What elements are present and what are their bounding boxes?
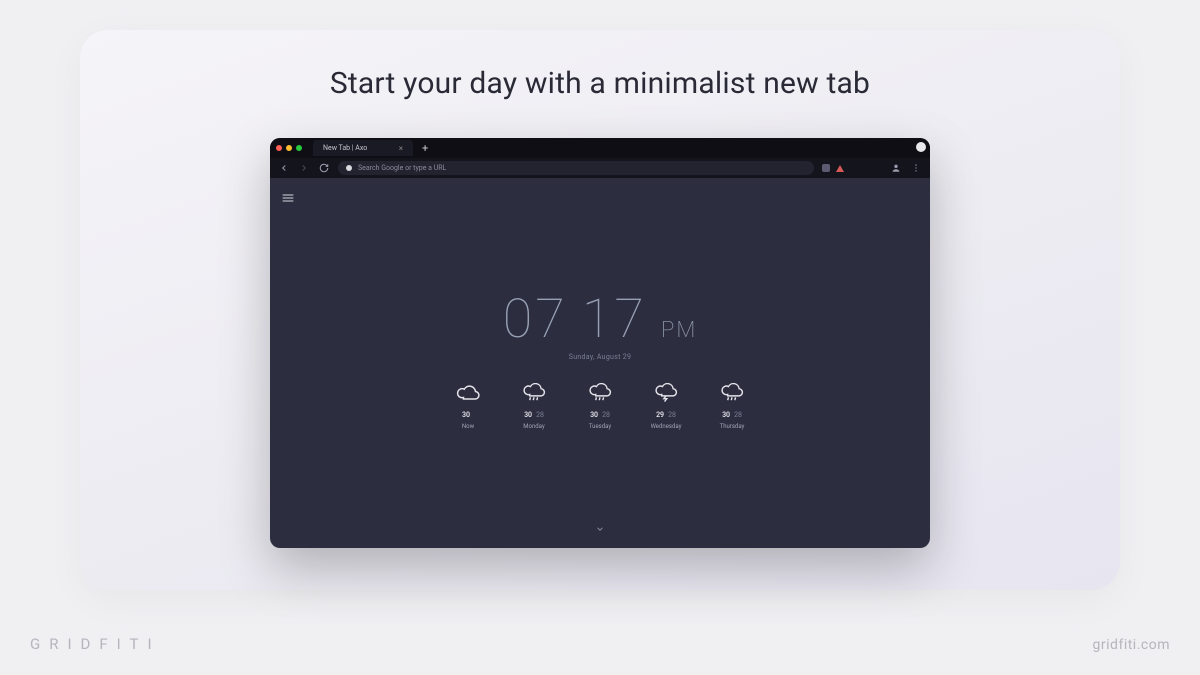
forecast-day[interactable]: 3028 Monday	[511, 383, 557, 430]
site-watermark: gridfiti.com	[1093, 637, 1170, 653]
clock-minutes: 17	[582, 288, 647, 351]
rain-icon	[588, 383, 612, 407]
extension-icon[interactable]	[822, 164, 830, 172]
window-controls[interactable]	[276, 145, 302, 151]
maximize-icon[interactable]	[296, 145, 302, 151]
expand-down-button[interactable]	[593, 519, 607, 538]
forecast-day[interactable]: 2928 Wednesday	[643, 383, 689, 430]
new-tab-content: 07 17 PM Sunday, August 29 30 Now	[270, 288, 930, 430]
back-button[interactable]	[278, 162, 290, 174]
brand-watermark: GRIDFITI	[30, 635, 161, 653]
headline: Start your day with a minimalist new tab	[80, 30, 1120, 101]
tab-title: New Tab | Axo	[323, 144, 367, 152]
menu-button[interactable]	[910, 162, 922, 174]
forward-button[interactable]	[298, 162, 310, 174]
profile-button[interactable]	[890, 162, 902, 174]
reload-button[interactable]	[318, 162, 330, 174]
url-placeholder: Search Google or type a URL	[358, 164, 446, 172]
forecast-day[interactable]: 3028 Tuesday	[577, 383, 623, 430]
address-bar: Search Google or type a URL	[270, 158, 930, 178]
clock: 07 17 PM	[503, 288, 698, 351]
url-input[interactable]: Search Google or type a URL	[338, 161, 814, 175]
forecast-day[interactable]: 3028 Thursday	[709, 383, 755, 430]
tab-bar: New Tab | Axo × +	[270, 138, 930, 158]
close-tab-icon[interactable]: ×	[399, 144, 403, 153]
rain-icon	[522, 383, 546, 407]
minimize-icon[interactable]	[286, 145, 292, 151]
window-corner-icon	[916, 142, 926, 152]
storm-icon	[654, 383, 678, 407]
forecast-day[interactable]: 30 Now	[445, 383, 491, 430]
sidebar-toggle[interactable]	[282, 188, 294, 207]
clock-date: Sunday, August 29	[569, 353, 631, 361]
cloud-icon	[456, 383, 480, 407]
close-icon[interactable]	[276, 145, 282, 151]
site-info-icon[interactable]	[346, 165, 352, 171]
browser-window: New Tab | Axo × + Search Google or type …	[270, 138, 930, 548]
extension-triangle-icon[interactable]	[836, 165, 844, 172]
new-tab-button[interactable]: +	[418, 143, 432, 154]
weather-forecast: 30 Now 3028 Monday 3028 Tu	[445, 383, 755, 430]
toolbar-right	[822, 164, 844, 172]
clock-ampm: PM	[661, 318, 697, 343]
promo-card: Start your day with a minimalist new tab…	[80, 30, 1120, 590]
rain-icon	[720, 383, 744, 407]
browser-tab[interactable]: New Tab | Axo ×	[313, 140, 413, 156]
clock-hours: 07	[503, 288, 568, 351]
